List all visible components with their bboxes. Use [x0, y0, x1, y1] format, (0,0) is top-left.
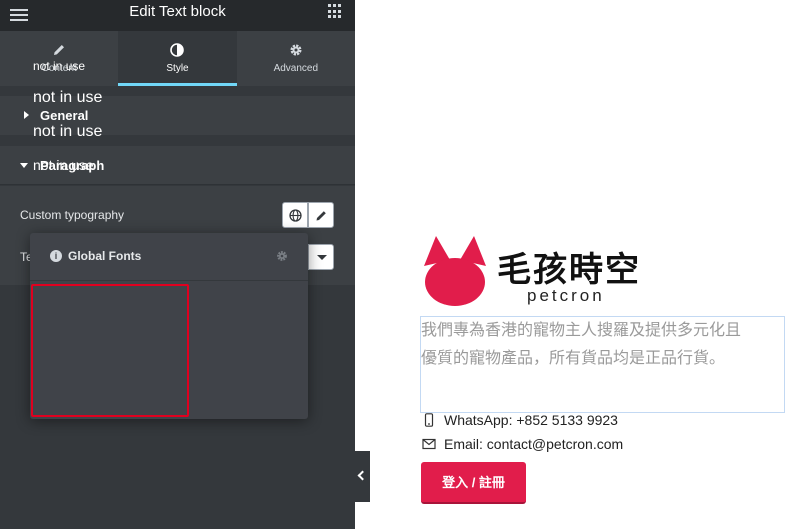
- email-text: Email: contact@petcron.com: [444, 436, 624, 452]
- text-block-line: 我們專為香港的寵物主人搜羅及提供多元化且: [421, 322, 742, 339]
- gear-icon[interactable]: [276, 250, 288, 262]
- email-contact[interactable]: Email: contact@petcron.com: [422, 436, 623, 452]
- whatsapp-text: WhatsApp: +852 5133 9923: [444, 412, 618, 428]
- popover-title: Global Fonts: [68, 249, 142, 263]
- caret-down-icon: [20, 163, 28, 168]
- pencil-icon: [316, 211, 326, 221]
- collapse-panel-button[interactable]: [355, 451, 370, 502]
- chevron-left-icon: [357, 470, 368, 481]
- text-select-toggle[interactable]: [308, 244, 334, 270]
- info-icon: i: [50, 250, 62, 262]
- logo-subtitle: petcron: [527, 286, 605, 305]
- global-fonts-button[interactable]: [282, 202, 308, 228]
- global-font-item[interactable]: not in use: [33, 123, 102, 141]
- widgets-grid-icon[interactable]: [328, 4, 343, 19]
- gear-icon: [290, 44, 302, 56]
- global-fonts-popover: i Global Fonts: [30, 233, 308, 419]
- globe-icon: [289, 209, 302, 222]
- text-block-line: 優質的寵物產品，所有貨品均是正品行貨。: [421, 350, 726, 367]
- custom-typography-label: Custom typography: [20, 208, 125, 222]
- logo-wordmark: 毛孩時空: [497, 251, 641, 289]
- global-font-item[interactable]: not in use: [33, 59, 85, 73]
- tab-style-label: Style: [166, 63, 189, 74]
- text-block-widget[interactable]: 我們專為香港的寵物主人搜羅及提供多元化且 優質的寵物產品，所有貨品均是正品行貨。: [420, 316, 785, 413]
- contrast-icon: [170, 43, 185, 57]
- panel-title: Edit Text block: [129, 3, 226, 20]
- login-register-button[interactable]: 登入 / 註冊: [421, 462, 526, 504]
- edit-typography-button[interactable]: [308, 202, 334, 228]
- whatsapp-contact[interactable]: WhatsApp: +852 5133 9923: [422, 412, 618, 428]
- chevron-down-icon: [317, 255, 327, 260]
- envelope-icon: [422, 438, 436, 450]
- global-font-item[interactable]: not in use: [33, 89, 102, 107]
- pencil-icon: [54, 45, 65, 55]
- panel-header: Edit Text block: [0, 0, 355, 31]
- global-fonts-list-highlight: [31, 284, 189, 417]
- mobile-phone-icon: [424, 413, 434, 427]
- petcron-logo-icon: [424, 236, 486, 306]
- tab-advanced[interactable]: Advanced: [237, 31, 355, 86]
- tab-advanced-label: Advanced: [273, 63, 319, 74]
- popover-header: i Global Fonts: [30, 233, 308, 281]
- tab-style[interactable]: Style: [118, 31, 237, 86]
- global-font-item[interactable]: not in use: [33, 157, 94, 173]
- caret-right-icon: [24, 111, 29, 119]
- section-general-label: General: [40, 108, 89, 123]
